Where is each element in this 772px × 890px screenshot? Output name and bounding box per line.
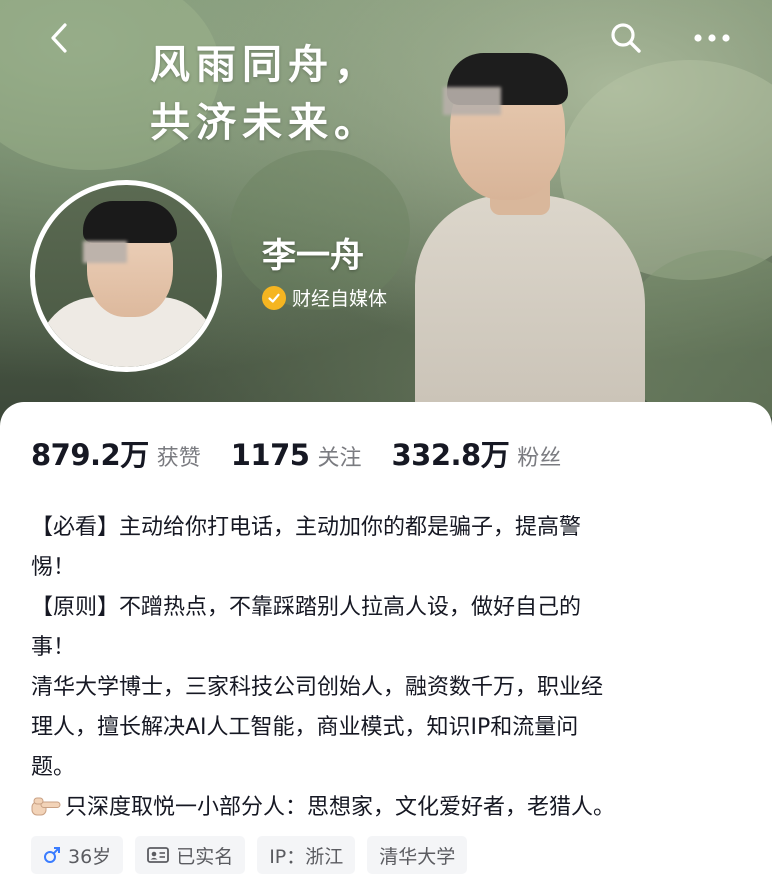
privacy-blur: [443, 87, 501, 115]
profile-info-card: 879.2万 获赞 1175 关注 332.8万 粉丝 【必看】主动给你打电话，…: [0, 402, 772, 890]
stat-label: 获赞: [156, 446, 201, 471]
tag-verified-identity[interactable]: 已实名: [135, 836, 246, 874]
pointing-hand-icon: [31, 797, 61, 816]
avatar-hair: [83, 201, 177, 243]
tag-label: IP：浙江: [269, 845, 344, 868]
more-icon: [694, 34, 730, 42]
stat-following[interactable]: 1175 关注: [231, 438, 362, 472]
bio-line: 惕！: [31, 555, 76, 580]
stat-followers[interactable]: 332.8万 粉丝: [391, 432, 561, 474]
stat-label: 粉丝: [517, 446, 562, 471]
bio-line-text: 只深度取悦一小部分人：思想家，文化爱好者，老猎人。: [65, 795, 616, 820]
tag-ip-location[interactable]: IP：浙江: [257, 836, 356, 874]
cover-slogan-line: 风雨同舟，: [150, 41, 380, 88]
stat-value: 1175: [230, 438, 310, 472]
cover-slogan: 风雨同舟， 共济未来。: [150, 36, 380, 152]
privacy-blur: [83, 241, 127, 263]
chevron-left-icon: [51, 23, 67, 53]
verification-label: 财经自媒体: [292, 288, 388, 310]
tag-age[interactable]: 36岁: [31, 836, 124, 874]
search-icon: [611, 23, 641, 53]
stat-likes[interactable]: 879.2万 获赞: [31, 432, 201, 474]
tag-label: 36岁: [68, 845, 112, 868]
profile-tags: 36岁 已实名 IP：浙江 清华大学: [31, 836, 468, 874]
stat-value: 332.8万: [391, 438, 510, 472]
more-button[interactable]: [690, 16, 734, 60]
cover-person-shirt: [415, 195, 645, 425]
tag-label: 已实名: [176, 845, 234, 868]
cover-slogan-line: 共济未来。: [150, 99, 380, 146]
profile-name: 李一舟: [262, 236, 364, 276]
avatar[interactable]: [30, 180, 222, 372]
profile-bio: 【必看】主动给你打电话，主动加你的都是骗子，提高警 惕！ 【原则】不蹭热点，不靠…: [31, 508, 743, 828]
bio-line-with-icon: 只深度取悦一小部分人：思想家，文化爱好者，老猎人。: [31, 788, 743, 828]
tag-school[interactable]: 清华大学: [367, 836, 468, 874]
cover-photo-person: [395, 25, 655, 425]
bio-line: 事！: [31, 635, 76, 660]
bio-line: 【必看】主动给你打电话，主动加你的都是骗子，提高警: [31, 515, 582, 540]
id-card-icon: [147, 847, 170, 863]
bio-line: 【原则】不蹭热点，不靠踩踏别人拉高人设，做好自己的: [31, 595, 582, 620]
stat-value: 879.2万: [31, 438, 149, 472]
stat-label: 关注: [317, 446, 362, 471]
bio-line: 题。: [31, 755, 76, 780]
male-icon: [44, 847, 60, 863]
verification-badge[interactable]: 财经自媒体: [262, 284, 387, 311]
verified-check-icon: [262, 285, 286, 310]
stats-row: 879.2万 获赞 1175 关注 332.8万 粉丝: [31, 432, 591, 474]
bio-line: 清华大学博士，三家科技公司创始人，融资数千万，职业经: [31, 675, 604, 700]
bio-line: 理人，擅长解决AI人工智能，商业模式，知识IP和流量问: [31, 715, 579, 740]
search-button[interactable]: [604, 16, 648, 60]
tag-label: 清华大学: [379, 845, 456, 868]
back-button[interactable]: [38, 16, 82, 60]
